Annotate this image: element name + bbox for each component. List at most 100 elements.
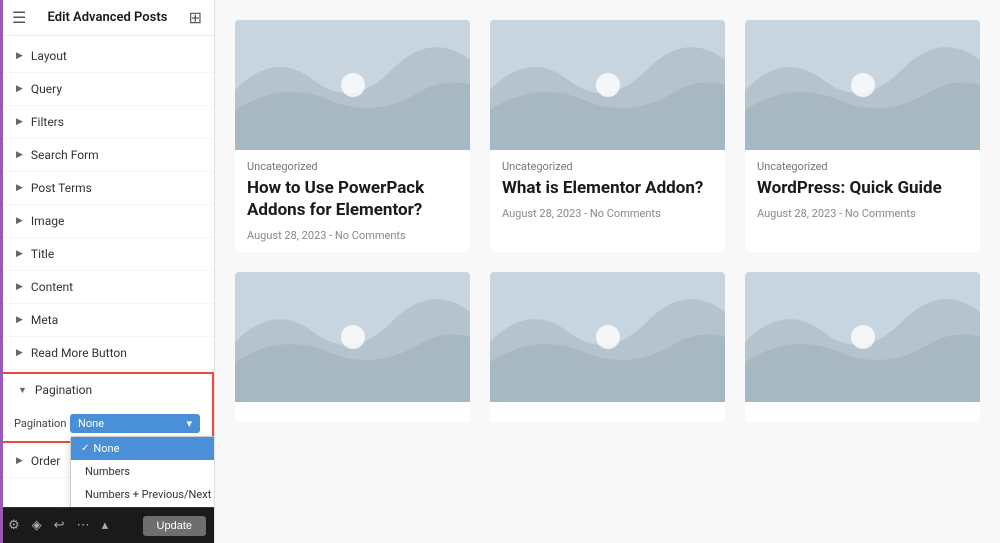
- update-button[interactable]: Update: [143, 516, 206, 536]
- arrow-search-form: ▶: [16, 150, 23, 160]
- panel-header: ☰ Edit Advanced Posts ⊞: [0, 0, 214, 36]
- pagination-body: Pagination None ▾ ✓NoneNumbersNumbers + …: [2, 406, 212, 441]
- post-title-2: What is Elementor Addon?: [502, 177, 713, 199]
- nav-item-search-form[interactable]: ▶ Search Form: [0, 139, 214, 172]
- label-read-more-button: Read More Button: [31, 346, 127, 360]
- thumbnail-circle-1: [341, 73, 365, 97]
- dropdown-option-numbers-prev-next[interactable]: Numbers + Previous/Next: [71, 483, 214, 506]
- panel-title: Edit Advanced Posts: [48, 10, 168, 25]
- post-card-2: Uncategorized What is Elementor Addon? A…: [490, 20, 725, 252]
- thumbnail-circle-2: [596, 73, 620, 97]
- arrow-read-more-button: ▶: [16, 348, 23, 358]
- layers-icon[interactable]: ◈: [32, 518, 42, 533]
- dropdown-option-none[interactable]: ✓ None: [71, 437, 214, 460]
- pagination-dropdown-menu: ✓ None Numbers Numbers + Previous/Next Load …: [70, 436, 214, 507]
- post-thumbnail-4: [235, 272, 470, 402]
- post-body-6: [745, 402, 980, 422]
- pagination-row: Pagination None ▾ ✓NoneNumbersNumbers + …: [14, 414, 200, 433]
- dropdown-option-load-more[interactable]: Load More Button: [71, 506, 214, 507]
- nav-item-meta[interactable]: ▶ Meta: [0, 304, 214, 337]
- pagination-arrow: ▼: [18, 385, 27, 396]
- post-category-2: Uncategorized: [502, 160, 713, 173]
- post-card-5: [490, 272, 725, 422]
- post-body-1: Uncategorized How to Use PowerPack Addon…: [235, 150, 470, 252]
- nav-item-read-more-button[interactable]: ▶ Read More Button: [0, 337, 214, 370]
- dropdown-option-numbers[interactable]: Numbers: [71, 460, 214, 483]
- pagination-label: Pagination: [35, 383, 92, 397]
- post-card-4: [235, 272, 470, 422]
- nav-item-image[interactable]: ▶ Image: [0, 205, 214, 238]
- label-query: Query: [31, 82, 62, 96]
- post-title-1: How to Use PowerPack Addons for Elemento…: [247, 177, 458, 221]
- label-image: Image: [31, 214, 64, 228]
- pagination-dropdown-selected[interactable]: None ▾: [70, 414, 200, 433]
- panel-nav: ▶ Layout ▶ Query ▶ Filters ▶ Search Form ▶ Post T…: [0, 36, 214, 507]
- post-body-2: Uncategorized What is Elementor Addon? A…: [490, 150, 725, 230]
- post-meta-2: August 28, 2023 - No Comments: [502, 207, 713, 220]
- thumbnail-circle-6: [851, 325, 875, 349]
- nav-item-filters[interactable]: ▶ Filters: [0, 106, 214, 139]
- post-meta-1: August 28, 2023 - No Comments: [247, 229, 458, 242]
- menu-icon[interactable]: ☰: [12, 8, 26, 27]
- option-label-numbers: Numbers: [85, 465, 130, 478]
- label-layout: Layout: [31, 49, 67, 63]
- grid-icon[interactable]: ⊞: [189, 8, 202, 27]
- arrow-title: ▶: [16, 249, 23, 259]
- post-body-4: [235, 402, 470, 422]
- label-meta: Meta: [31, 313, 58, 327]
- settings-icon[interactable]: ⚙: [8, 518, 20, 533]
- post-thumbnail-3: [745, 20, 980, 150]
- check-none: ✓: [81, 443, 89, 454]
- left-panel: ☰ Edit Advanced Posts ⊞ ▶ Layout ▶ Query ▶ Fi…: [0, 0, 215, 543]
- nav-item-post-terms[interactable]: ▶ Post Terms: [0, 172, 214, 205]
- pagination-selected-value: None: [78, 417, 104, 430]
- arrow-content: ▶: [16, 282, 23, 292]
- pagination-section: ▼ Pagination Pagination None ▾ ✓NoneNumb…: [0, 372, 214, 443]
- post-thumbnail-6: [745, 272, 980, 402]
- main-content: Uncategorized How to Use PowerPack Addon…: [215, 0, 1000, 543]
- label-content: Content: [31, 280, 73, 294]
- post-body-5: [490, 402, 725, 422]
- post-title-3: WordPress: Quick Guide: [757, 177, 968, 199]
- arrow-layout: ▶: [16, 51, 23, 61]
- order-label: Order: [31, 454, 60, 468]
- thumbnail-circle-3: [851, 73, 875, 97]
- post-body-3: Uncategorized WordPress: Quick Guide Aug…: [745, 150, 980, 230]
- arrow-image: ▶: [16, 216, 23, 226]
- arrow-query: ▶: [16, 84, 23, 94]
- post-category-1: Uncategorized: [247, 160, 458, 173]
- option-label-numbers-prev-next: Numbers + Previous/Next: [85, 488, 211, 501]
- nav-item-layout[interactable]: ▶ Layout: [0, 40, 214, 73]
- post-meta-3: August 28, 2023 - No Comments: [757, 207, 968, 220]
- post-category-3: Uncategorized: [757, 160, 968, 173]
- undo-icon[interactable]: ↩: [54, 518, 65, 533]
- arrow-post-terms: ▶: [16, 183, 23, 193]
- post-thumbnail-1: [235, 20, 470, 150]
- dropdown-chevron: ▾: [186, 417, 192, 430]
- panel-accent: [0, 0, 3, 543]
- pagination-dropdown-wrapper: None ▾ ✓NoneNumbersNumbers + Previous/Ne…: [70, 414, 200, 433]
- pagination-header[interactable]: ▼ Pagination: [2, 374, 212, 406]
- more-icon[interactable]: ⋯: [77, 518, 90, 533]
- label-filters: Filters: [31, 115, 64, 129]
- panel-footer: ⚙ ◈ ↩ ⋯ ▴ Update: [0, 507, 214, 543]
- order-arrow: ▶: [16, 456, 23, 466]
- label-search-form: Search Form: [31, 148, 99, 162]
- post-card-6: [745, 272, 980, 422]
- post-card-3: Uncategorized WordPress: Quick Guide Aug…: [745, 20, 980, 252]
- nav-item-content[interactable]: ▶ Content: [0, 271, 214, 304]
- nav-item-query[interactable]: ▶ Query: [0, 73, 214, 106]
- post-thumbnail-2: [490, 20, 725, 150]
- footer-icons: ⚙ ◈ ↩ ⋯ ▴: [8, 518, 108, 533]
- arrow-meta: ▶: [16, 315, 23, 325]
- arrow-filters: ▶: [16, 117, 23, 127]
- thumbnail-circle-4: [341, 325, 365, 349]
- pagination-field-label: Pagination: [14, 417, 70, 430]
- up-icon[interactable]: ▴: [102, 518, 109, 533]
- option-label-none: None: [93, 442, 119, 455]
- post-card-1: Uncategorized How to Use PowerPack Addon…: [235, 20, 470, 252]
- nav-item-title[interactable]: ▶ Title: [0, 238, 214, 271]
- label-post-terms: Post Terms: [31, 181, 92, 195]
- thumbnail-circle-5: [596, 325, 620, 349]
- label-title: Title: [31, 247, 54, 261]
